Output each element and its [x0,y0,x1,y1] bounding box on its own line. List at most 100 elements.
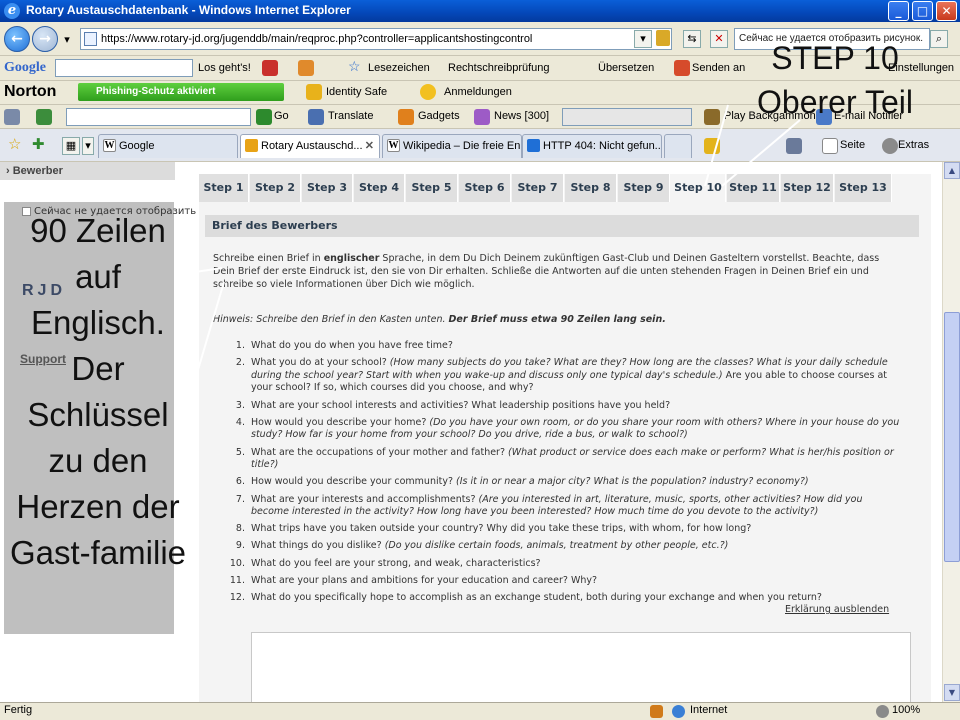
section-title: Brief des Bewerbers [205,215,919,237]
logins-button[interactable]: Anmeldungen [444,86,512,98]
question-number: 8. [235,523,245,535]
addon-icon[interactable] [36,109,52,125]
step-tab-13[interactable]: Step 13 [835,174,892,202]
bookmarks-menu[interactable]: Lesezeichen [368,62,430,74]
scroll-thumb[interactable] [944,312,960,562]
zoom-level[interactable]: 100% [892,704,920,716]
question-number: 3. [235,399,245,411]
home-icon[interactable] [704,138,720,154]
scroll-up-icon[interactable]: ▲ [944,162,960,179]
new-tab-button[interactable] [664,134,692,158]
menu-icon[interactable] [4,109,20,125]
address-bar[interactable]: https://www.rotary-jd.org/jugenddb/main/… [80,28,672,50]
step-tab-8[interactable]: Step 8 [565,174,617,202]
google-logo: Google [4,60,46,75]
tools-icon [882,138,898,154]
ie-page-favicon [527,139,540,152]
step-tab-9[interactable]: Step 9 [618,174,670,202]
question-text: What do you feel are your strong, and we… [251,557,541,569]
media-player-bar[interactable] [562,108,692,126]
question-item: 4. How would you describe your home? (Do … [213,417,903,442]
close-button[interactable]: ✕ [936,1,957,21]
links-search-input[interactable] [66,108,251,126]
page-menu[interactable]: Seite [840,139,865,151]
zoom-icon [876,705,889,718]
globe-icon [672,705,685,718]
quick-tabs-icon[interactable]: ▦ [62,137,80,155]
google-go-button[interactable]: Los geht's! [198,62,251,74]
status-text: Fertig [4,704,33,716]
translate-menu[interactable]: Übersetzen [598,62,654,74]
step-tab-6[interactable]: Step 6 [459,174,511,202]
step-tab-3[interactable]: Step 3 [302,174,353,202]
question-item: 8. What trips have you taken outside your… [213,523,903,536]
lock-icon [656,30,670,46]
question-text: What are your school interests and activ… [251,399,671,411]
minimize-button[interactable]: _ [888,1,909,21]
tools-menu[interactable]: Extras [898,139,929,151]
intro-text: Schreibe einen Brief in englischer Sprac… [213,253,880,290]
stop-icon[interactable]: ✕ [710,30,728,48]
tab-404[interactable]: HTTP 404: Nicht gefun... [522,134,662,158]
google-search-input[interactable] [55,59,193,77]
step-tab-4[interactable]: Step 4 [354,174,405,202]
question-text: What you do at your school? [251,357,390,369]
favorites-star-icon[interactable]: ☆ [8,135,21,153]
spellcheck-menu[interactable]: Rechtschreibprüfung [448,62,550,74]
refresh-icon[interactable]: ⇆ [683,30,701,48]
question-number: 10. [229,557,245,569]
step-tab-10[interactable]: Step 10 [671,174,726,202]
question-item: 9. What things do you dislike? (Do you di… [213,540,903,553]
page-icon [84,32,97,46]
question-number: 9. [235,540,245,552]
add-favorites-icon[interactable]: ✚ [32,135,45,153]
gadgets-button[interactable]: Gadgets [418,110,460,122]
step-tab-12[interactable]: Step 12 [781,174,834,202]
vertical-scrollbar[interactable]: ▲ ▼ [942,162,960,702]
step-tab-2[interactable]: Step 2 [250,174,301,202]
tab-rotary[interactable]: Rotary Austauschd... ✕ [240,134,380,158]
hide-explanation-link[interactable]: Erklärung ausblenden [785,604,889,615]
window-titlebar: e Rotary Austauschdatenbank - Windows In… [0,0,960,22]
step-tab-5[interactable]: Step 5 [406,174,458,202]
tab-wikipedia[interactable]: W Wikipedia – Die freie En... [382,134,522,158]
forward-button[interactable]: → [32,26,58,52]
go-button[interactable]: Go [274,110,289,122]
step-tab-1[interactable]: Step 1 [199,174,249,202]
maximize-button[interactable]: □ [912,1,933,21]
question-item: 7. What are your interests and accomplish… [213,494,903,519]
question-number: 5. [235,446,245,458]
phishing-status[interactable]: Phishing-Schutz aktiviert [78,83,284,101]
star-icon[interactable]: ☆ [348,58,361,75]
question-number: 6. [235,476,245,488]
print-icon[interactable] [786,138,802,154]
annotation-90-lines: 90 Zeilen auf Englisch. Der Schlüssel zu… [9,212,187,571]
address-dropdown-icon[interactable]: ▾ [634,30,652,48]
tab-google[interactable]: W Google [98,134,238,158]
step-tabs: Step 1 Step 2 Step 3 Step 4 Step 5 Step 6 Step… [199,174,931,202]
gadgets-icon [398,109,414,125]
backgammon-icon [704,109,720,125]
letter-textarea[interactable] [251,632,911,702]
ie-logo-icon: e [4,3,20,19]
back-button[interactable]: ← [4,26,30,52]
puzzle-icon[interactable] [298,60,314,76]
history-dropdown-icon[interactable]: ▾ [60,32,74,50]
tab-list-icon[interactable]: ▾ [82,137,94,155]
scroll-down-icon[interactable]: ▼ [944,684,960,701]
news-button[interactable]: News [300] [494,110,549,122]
question-text: What are your plans and ambitions for yo… [251,574,598,586]
translate-icon [308,109,324,125]
translate-button[interactable]: Translate [328,110,373,122]
question-number: 4. [235,416,245,428]
page-menu-icon [822,138,838,154]
wikipedia-favicon: W [387,139,400,152]
google-favicon: W [103,139,116,152]
gmail-icon[interactable] [262,60,278,76]
identity-safe-button[interactable]: Identity Safe [326,86,387,98]
step-tab-11[interactable]: Step 11 [727,174,780,202]
question-number: 12. [229,592,245,604]
nav-bewerber[interactable]: › Bewerber [0,162,175,180]
close-tab-icon[interactable]: ✕ [365,135,374,157]
step-tab-7[interactable]: Step 7 [512,174,564,202]
